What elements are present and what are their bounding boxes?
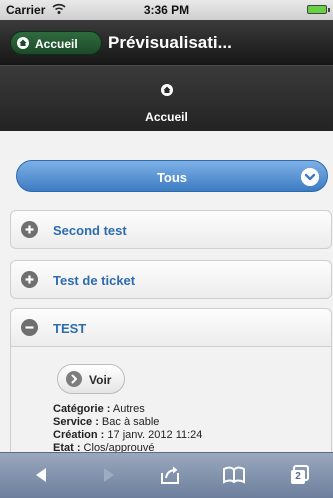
arrow-right-icon [66, 371, 82, 387]
plus-circle-icon [21, 271, 38, 288]
header-bar: Accueil Prévisualisati... [0, 20, 333, 65]
back-arrow-icon[interactable] [30, 463, 54, 487]
ticket-detail: Voir Catégorie : Autres Service : Bac à … [10, 347, 332, 454]
home-icon [17, 37, 29, 49]
filter-select-value: Tous [156, 170, 188, 185]
back-button-label: Accueil [35, 37, 78, 51]
navbar: Accueil [0, 65, 333, 132]
back-home-button[interactable]: Accueil [10, 31, 102, 55]
detail-value: 17 janv. 2012 11:24 [104, 429, 203, 441]
detail-creation: Création : 17 janv. 2012 11:24 [53, 429, 202, 441]
forward-arrow-icon[interactable] [96, 463, 120, 487]
ticket-item-label: TEST [53, 321, 87, 336]
detail-label: Catégorie : [53, 403, 111, 415]
status-bar: Carrier 3:36 PM [0, 0, 333, 20]
ticket-item[interactable]: Test de ticket [10, 260, 332, 299]
tabs-count: 2 [295, 471, 301, 482]
page-title: Prévisualisati... [108, 33, 232, 52]
ticket-item-expanded[interactable]: TEST [10, 308, 332, 347]
detail-categorie: Catégorie : Autres [53, 403, 145, 415]
status-time: 3:36 PM [143, 3, 190, 17]
ticket-item[interactable]: Second test [10, 210, 332, 249]
detail-value: Bac à sable [98, 416, 160, 428]
browser-toolbar: 2 [0, 452, 333, 498]
minus-circle-icon [21, 319, 38, 336]
plus-circle-icon [21, 221, 38, 238]
detail-label: Création : [53, 429, 105, 441]
detail-value: Autres [110, 403, 145, 415]
ticket-item-label: Second test [53, 223, 127, 238]
tabs-icon[interactable]: 2 [288, 463, 312, 487]
content-area: Tous Second test Test de ticket TEST Voi… [0, 131, 333, 454]
home-icon [161, 84, 173, 96]
nav-item-home[interactable]: Accueil [0, 66, 333, 132]
bookmarks-icon[interactable] [222, 463, 246, 487]
voir-button-label: Voir [89, 373, 112, 387]
chevron-down-icon [301, 168, 319, 186]
detail-label: Service : [53, 416, 99, 428]
ticket-item-label: Test de ticket [53, 273, 136, 288]
filter-select[interactable]: Tous [16, 160, 328, 192]
battery-icon [307, 5, 330, 14]
nav-item-label: Accueil [145, 110, 188, 124]
share-icon[interactable] [158, 463, 182, 487]
voir-button[interactable]: Voir [57, 364, 125, 394]
detail-service: Service : Bac à sable [53, 416, 159, 428]
